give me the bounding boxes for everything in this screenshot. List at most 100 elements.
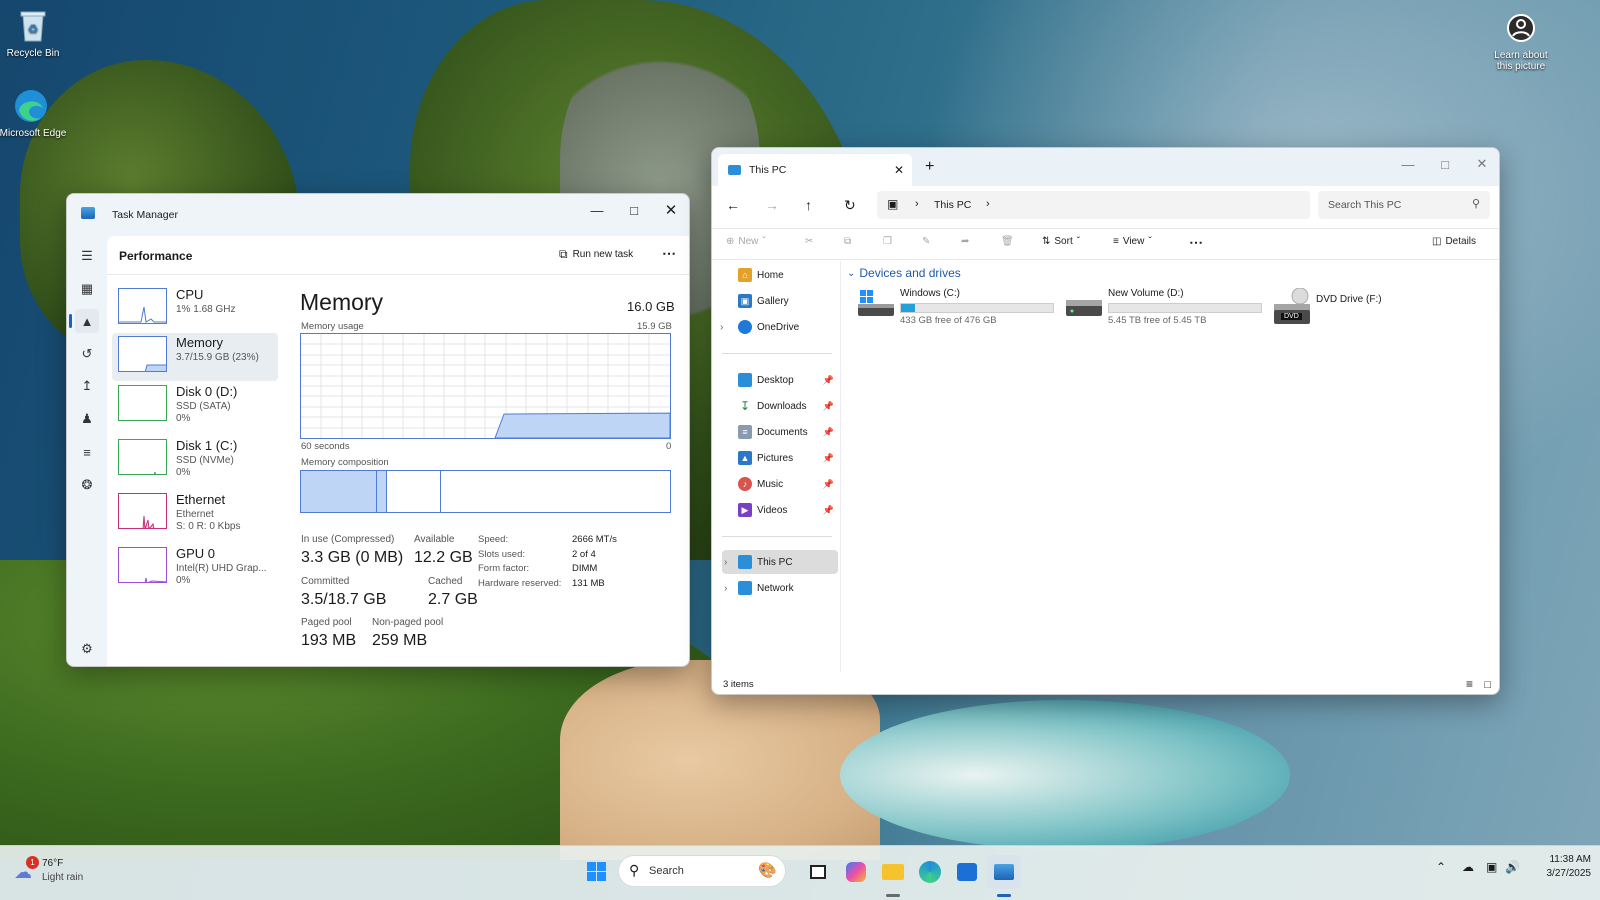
new-tab-icon[interactable]: + — [925, 158, 934, 176]
new-button[interactable]: ⊕ New ˇ — [726, 236, 766, 247]
expand-chevron-icon[interactable]: › — [724, 583, 727, 594]
drive-c-usage-bar — [900, 303, 1054, 313]
search-input[interactable]: Search This PC — [1328, 199, 1401, 211]
tiles-view-icon[interactable]: □ — [1484, 679, 1491, 691]
nav-item-network[interactable]: › Network — [722, 576, 838, 600]
tab-this-pc[interactable]: This PC ✕ — [718, 154, 912, 186]
nav-item-documents[interactable]: ≡ Documents 📌 — [722, 420, 838, 444]
task-view-button[interactable] — [801, 855, 835, 889]
tab-close-icon[interactable]: ✕ — [894, 163, 904, 177]
breadcrumb-chevron-icon[interactable]: › — [986, 198, 990, 210]
perf-item-disk0[interactable]: Disk 0 (D:) SSD (SATA) 0% — [112, 382, 278, 430]
disk0-sub: SSD (SATA) — [176, 401, 231, 412]
pin-icon[interactable]: 📌 — [823, 453, 834, 464]
explorer-minimize-button[interactable]: — — [1389, 148, 1427, 180]
delete-icon[interactable]: 🗑 — [1001, 236, 1014, 247]
services-icon[interactable]: ❂ — [75, 473, 99, 497]
up-arrow-icon[interactable]: ↑ — [805, 197, 812, 213]
nav-item-onedrive[interactable]: › OneDrive — [720, 315, 838, 339]
clock[interactable]: 11:38 AM 3/27/2025 — [1525, 854, 1592, 879]
nav-item-this-pc[interactable]: › This PC — [722, 550, 838, 574]
drive-f[interactable]: DVD DVD Drive (F:) — [1274, 287, 1424, 328]
group-header[interactable]: ⌄ Devices and drives — [847, 266, 961, 280]
edge-taskbar-button[interactable] — [913, 855, 947, 889]
paste-icon[interactable]: ❐ — [883, 236, 892, 247]
edge-label: Microsoft Edge — [0, 128, 67, 139]
drive-c[interactable]: Windows (C:) 433 GB free of 476 GB — [858, 288, 1058, 328]
address-bar[interactable]: ▣ › This PC › — [877, 191, 1310, 219]
expand-chevron-icon[interactable]: › — [720, 322, 723, 333]
copilot-button[interactable] — [839, 855, 873, 889]
copy-icon[interactable]: ⧉ — [844, 236, 851, 247]
pin-icon[interactable]: 📌 — [823, 479, 834, 490]
pane-splitter[interactable] — [840, 261, 841, 672]
expand-chevron-icon[interactable]: › — [724, 557, 727, 568]
rename-icon[interactable]: ✎ — [922, 236, 930, 247]
processes-icon[interactable]: ▦ — [75, 277, 99, 301]
refresh-icon[interactable]: ↻ — [844, 197, 856, 214]
more-options-icon[interactable]: ⋯ — [662, 245, 676, 262]
pin-icon[interactable]: 📌 — [823, 427, 834, 438]
view-button[interactable]: ≡ View ˇ — [1113, 236, 1152, 247]
back-arrow-icon[interactable]: ← — [726, 197, 740, 213]
maximize-button[interactable]: □ — [615, 194, 653, 226]
desktop-icon-edge[interactable]: Microsoft Edge — [0, 86, 66, 139]
details-list-icon[interactable]: ≡ — [75, 440, 99, 464]
task-manager-taskbar-button[interactable] — [987, 855, 1021, 889]
explorer-tab-bar[interactable]: This PC ✕ + — □ ✕ — [712, 148, 1499, 186]
store-taskbar-button[interactable] — [950, 855, 984, 889]
nav-item-videos[interactable]: ▶ Videos 📌 — [722, 498, 838, 522]
pin-icon[interactable]: 📌 — [823, 505, 834, 516]
nav-item-downloads[interactable]: ↧ Downloads 📌 — [722, 394, 838, 418]
settings-gear-icon[interactable]: ⚙ — [75, 637, 99, 661]
clock-time: 11:38 AM — [1549, 854, 1591, 865]
taskbar-search[interactable]: ⚲ Search 🎨 — [618, 855, 786, 887]
minimize-button[interactable]: — — [578, 194, 616, 226]
more-options-icon[interactable]: ⋯ — [1189, 234, 1203, 251]
hamburger-menu-icon[interactable]: ☰ — [75, 244, 99, 268]
users-icon[interactable]: ♟ — [75, 407, 99, 431]
start-button[interactable] — [580, 855, 614, 889]
disk0-thumbnail — [118, 385, 167, 421]
nav-item-desktop[interactable]: Desktop 📌 — [722, 368, 838, 392]
run-new-task-button[interactable]: ⧉ Run new task — [559, 247, 633, 262]
onedrive-tray-icon[interactable]: ☁ — [1462, 860, 1474, 874]
performance-icon[interactable]: ▲ — [75, 309, 99, 333]
new-label: New — [738, 236, 759, 247]
volume-icon[interactable]: 🔊 — [1505, 860, 1520, 874]
search-box[interactable]: Search This PC ⚲ — [1318, 191, 1490, 219]
startup-apps-icon[interactable]: ↥ — [75, 374, 99, 398]
show-hidden-icons-chevron-icon[interactable]: ⌃ — [1436, 860, 1446, 874]
details-button[interactable]: ◫ Details — [1432, 236, 1476, 247]
perf-item-cpu[interactable]: CPU 1% 1.68 GHz — [112, 285, 278, 333]
perf-item-memory[interactable]: Memory 3.7/15.9 GB (23%) — [112, 333, 278, 381]
sort-button[interactable]: ⇅ Sort ˇ — [1042, 236, 1080, 247]
breadcrumb[interactable]: This PC — [934, 199, 971, 211]
task-manager-titlebar[interactable]: Task Manager — □ ✕ — [67, 194, 689, 236]
explorer-close-button[interactable]: ✕ — [1463, 148, 1499, 180]
pin-icon[interactable]: 📌 — [823, 401, 834, 412]
app-history-icon[interactable]: ↺ — [75, 342, 99, 366]
close-button[interactable]: ✕ — [652, 194, 689, 226]
nav-item-gallery[interactable]: ▣ Gallery — [722, 289, 838, 313]
network-tray-icon[interactable]: ▣ — [1486, 860, 1497, 874]
weather-widget[interactable]: ☁ 1 76°F Light rain — [12, 854, 142, 890]
nav-item-home[interactable]: ⌂ Home — [722, 263, 838, 287]
memory-usage-max: 15.9 GB — [637, 321, 672, 332]
desktop-icon-recycle-bin[interactable]: ♻ Recycle Bin — [0, 6, 66, 59]
file-explorer-taskbar-button[interactable] — [876, 855, 910, 889]
share-icon[interactable]: ➦ — [961, 236, 969, 247]
perf-item-gpu[interactable]: GPU 0 Intel(R) UHD Grap... 0% — [112, 544, 278, 592]
learn-about-picture[interactable]: Learn about this picture — [1488, 8, 1554, 72]
cut-icon[interactable]: ✂ — [805, 236, 813, 247]
nav-item-pictures[interactable]: ▲ Pictures 📌 — [722, 446, 838, 470]
perf-item-ethernet[interactable]: Ethernet Ethernet S: 0 R: 0 Kbps — [112, 490, 278, 538]
explorer-maximize-button[interactable]: □ — [1426, 148, 1464, 180]
perf-item-disk1[interactable]: Disk 1 (C:) SSD (NVMe) 0% — [112, 436, 278, 484]
command-bar: ⊕ New ˇ ✂ ⧉ ❐ ✎ ➦ 🗑 ⇅ Sort ˇ ≡ View ˇ ⋯ ◫ Detai… — [712, 228, 1499, 260]
forward-arrow-icon[interactable]: → — [765, 197, 779, 213]
drive-d[interactable]: New Volume (D:) 5.45 TB free of 5.45 TB — [1066, 288, 1266, 328]
nav-item-music[interactable]: ♪ Music 📌 — [722, 472, 838, 496]
pin-icon[interactable]: 📌 — [823, 375, 834, 386]
details-view-icon[interactable]: ≡ — [1466, 677, 1473, 691]
